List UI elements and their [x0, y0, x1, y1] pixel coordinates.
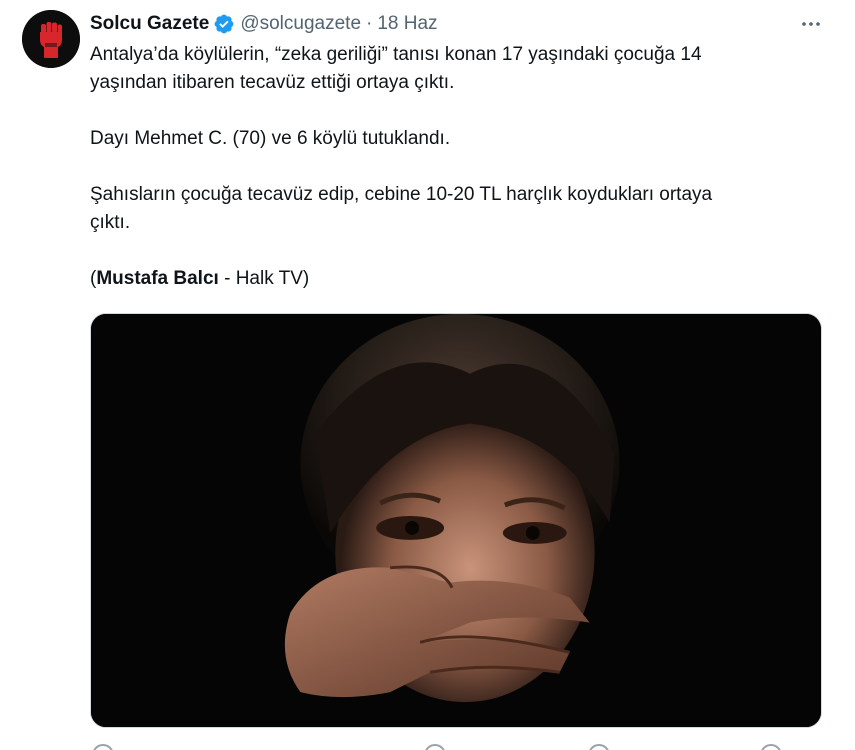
- photo: [91, 314, 821, 727]
- more-icon: [802, 22, 820, 26]
- avatar[interactable]: [22, 10, 80, 68]
- like-icon[interactable]: [588, 744, 610, 750]
- credit-source: - Halk TV): [218, 268, 310, 289]
- tweet[interactable]: Solcu Gazete @solcugazete · 18 Haz Antal…: [0, 0, 855, 750]
- paragraph-1-line-2: yaşından itibaren tecavüz ettiği ortaya …: [90, 72, 455, 93]
- retweet-icon[interactable]: [424, 744, 446, 750]
- handle[interactable]: @solcugazete: [240, 13, 361, 35]
- tweet-text: Antalya’da köylülerin, “zeka geriliği” t…: [90, 41, 810, 293]
- paragraph-2: Dayı Mehmet C. (70) ve 6 köylü tutukland…: [90, 128, 451, 149]
- display-name[interactable]: Solcu Gazete: [90, 13, 209, 35]
- share-icon[interactable]: [760, 744, 782, 750]
- reply-icon[interactable]: [92, 744, 114, 750]
- paragraph-3-line-2: çıktı.: [90, 212, 131, 233]
- timestamp[interactable]: 18 Haz: [377, 13, 437, 35]
- paragraph-3-line-1: Şahısların çocuğa tecavüz edip, cebine 1…: [90, 184, 713, 205]
- tweet-header: Solcu Gazete @solcugazete · 18 Haz: [90, 11, 438, 37]
- more-options-button[interactable]: [796, 12, 826, 36]
- verified-badge-icon: [213, 13, 235, 35]
- credit-line: (Mustafa Balcı - Halk TV): [90, 265, 810, 293]
- raised-fist-icon: [22, 10, 80, 68]
- separator: ·: [366, 13, 373, 34]
- credit-author: Mustafa Balcı: [96, 268, 219, 289]
- action-bar: [90, 738, 822, 750]
- tweet-image[interactable]: [90, 313, 822, 728]
- paragraph-1-line-1: Antalya’da köylülerin, “zeka geriliği” t…: [90, 44, 702, 65]
